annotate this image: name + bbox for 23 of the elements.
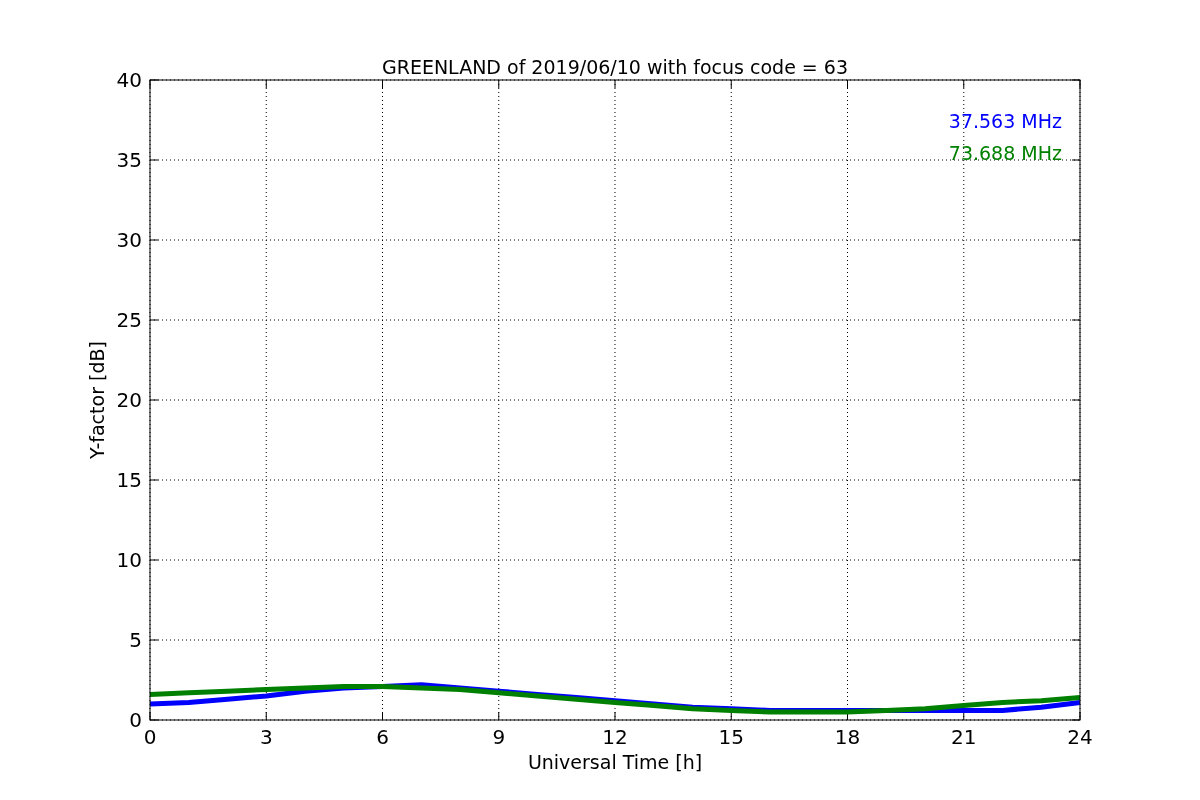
tick-label: 18 bbox=[834, 725, 861, 749]
tick-label: 24 bbox=[1067, 725, 1093, 749]
tick-label: 21 bbox=[951, 725, 977, 749]
tick-label: 40 bbox=[116, 68, 142, 92]
tick-label: 20 bbox=[116, 388, 142, 412]
tick-label: 0 bbox=[143, 725, 157, 749]
legend-label: 37.563 MHz bbox=[948, 110, 1062, 132]
legend-label: 73.688 MHz bbox=[948, 142, 1062, 164]
tick-label: 25 bbox=[116, 308, 142, 332]
tick-label: 35 bbox=[116, 148, 142, 172]
axis-label: Y-factor [dB] bbox=[86, 341, 108, 459]
tick-label: 5 bbox=[129, 628, 142, 652]
tick-label: 10 bbox=[116, 548, 142, 572]
tick-label: 12 bbox=[602, 725, 628, 749]
axis-label: Universal Time [h] bbox=[527, 751, 703, 773]
tick-label: 30 bbox=[116, 228, 142, 252]
tick-label: 15 bbox=[116, 468, 142, 492]
tick-label: 6 bbox=[376, 725, 389, 749]
tick-label: 0 bbox=[129, 708, 142, 732]
tick-label: 15 bbox=[718, 725, 744, 749]
chart-title: GREENLAND of 2019/06/10 with focus code = 63 bbox=[382, 56, 848, 78]
tick-label: 3 bbox=[259, 725, 273, 749]
tick-label: 9 bbox=[492, 725, 506, 749]
